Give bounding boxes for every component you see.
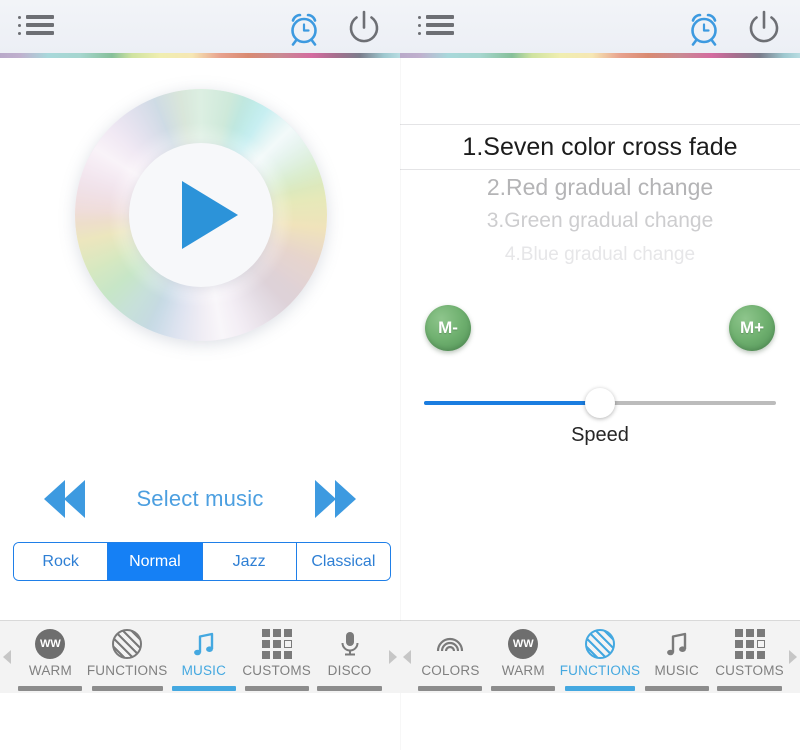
ww-circle-icon: WW [508, 628, 539, 660]
tab-label: COLORS [421, 663, 480, 678]
tab-underline [171, 686, 236, 691]
chevron-left-icon[interactable] [400, 650, 414, 664]
fast-forward-icon[interactable] [314, 480, 356, 518]
tab-customs[interactable]: CUSTOMS [713, 621, 786, 693]
mode-list-item[interactable]: 3.Green gradual change [400, 204, 800, 238]
tab-label: CUSTOMS [715, 663, 784, 678]
play-icon [182, 181, 238, 249]
genre-option-jazz[interactable]: Jazz [202, 543, 297, 580]
tab-underline [18, 686, 83, 691]
hatched-circle-icon [584, 628, 615, 660]
ww-circle-icon: WW [35, 628, 66, 660]
tab-label: WARM [28, 663, 72, 678]
tab-label: FUNCTIONS [559, 663, 641, 678]
rewind-icon[interactable] [44, 480, 85, 518]
tab-colors[interactable]: COLORS [414, 621, 487, 693]
power-icon[interactable] [344, 8, 384, 48]
tab-underline [644, 686, 709, 691]
slider-fill [424, 401, 600, 405]
genre-segmented-control: Rock Normal Jazz Classical [13, 542, 391, 581]
tab-underline [91, 686, 163, 691]
tab-underline [244, 686, 309, 691]
tab-underline [717, 686, 782, 691]
content-area: Select music Rock Normal Jazz Classical … [0, 58, 800, 620]
tab-label: CUSTOMS [242, 663, 312, 678]
tabbar-left: WW WARM FUNCTIONS MUSIC CUSTOMS DISCO [0, 621, 400, 693]
music-note-icon [662, 628, 692, 660]
header-bar [0, 0, 800, 53]
tab-functions[interactable]: FUNCTIONS [560, 621, 641, 693]
grid-squares-icon [734, 628, 765, 660]
tab-label: WARM [501, 663, 545, 678]
list-menu-icon[interactable] [417, 14, 455, 40]
music-transport-row: Select music [0, 468, 400, 530]
rainbow-arcs-icon [435, 628, 465, 660]
tab-warm[interactable]: WW WARM [487, 621, 560, 693]
functions-pane: 1.Seven color cross fade 2.Red gradual c… [400, 58, 800, 620]
tabbar-right: COLORS WW WARM FUNCTIONS MUSIC CUSTOMS [400, 621, 800, 693]
tab-underline [564, 686, 636, 691]
chevron-right-icon[interactable] [386, 650, 400, 664]
mode-list-item-selected[interactable]: 1.Seven color cross fade [400, 124, 800, 170]
tab-label: DISCO [327, 663, 372, 678]
chevron-right-icon[interactable] [786, 650, 800, 664]
power-icon[interactable] [744, 8, 784, 48]
speed-slider[interactable]: Speed [424, 388, 776, 446]
chevron-left-icon[interactable] [0, 650, 14, 664]
music-disc[interactable] [55, 71, 345, 361]
genre-option-classical[interactable]: Classical [296, 543, 390, 580]
tab-label: FUNCTIONS [86, 663, 168, 678]
tab-functions[interactable]: FUNCTIONS [87, 621, 168, 693]
mode-list-item[interactable]: 5.Yellow gradual change [400, 272, 800, 274]
slider-thumb[interactable] [585, 388, 615, 418]
music-note-icon [189, 628, 219, 660]
tab-music[interactable]: MUSIC [640, 621, 713, 693]
header-left [0, 0, 400, 53]
app-screen: Select music Rock Normal Jazz Classical … [0, 0, 800, 693]
tab-label: MUSIC [654, 663, 699, 678]
alarm-clock-icon[interactable] [284, 8, 324, 48]
tab-customs[interactable]: CUSTOMS [240, 621, 313, 693]
tab-underline [317, 686, 382, 691]
play-button[interactable] [129, 143, 273, 287]
tab-disco[interactable]: DISCO [313, 621, 386, 693]
genre-option-normal[interactable]: Normal [108, 543, 203, 580]
mode-list[interactable]: 1.Seven color cross fade 2.Red gradual c… [400, 124, 800, 274]
grid-squares-icon [261, 628, 292, 660]
tab-label: MUSIC [181, 663, 227, 678]
tab-music[interactable]: MUSIC [167, 621, 240, 693]
music-pane: Select music Rock Normal Jazz Classical [0, 58, 400, 620]
tabbar-row: WW WARM FUNCTIONS MUSIC CUSTOMS DISCO CO… [0, 620, 800, 693]
mode-step-row: M- M+ [400, 305, 800, 351]
microphone-icon [335, 628, 365, 660]
mode-plus-button[interactable]: M+ [729, 305, 775, 351]
tab-underline [418, 686, 483, 691]
alarm-clock-icon[interactable] [684, 8, 724, 48]
header-right [400, 0, 800, 53]
mode-minus-button[interactable]: M- [425, 305, 471, 351]
tab-underline [491, 686, 556, 691]
genre-option-rock[interactable]: Rock [14, 543, 109, 580]
list-menu-icon[interactable] [17, 14, 55, 40]
speed-label: Speed [571, 424, 629, 446]
tab-warm[interactable]: WW WARM [14, 621, 87, 693]
select-music-label: Select music [136, 486, 264, 511]
mode-list-item[interactable]: 2.Red gradual change [400, 170, 800, 204]
hatched-circle-icon [112, 628, 143, 660]
mode-list-item[interactable]: 4.Blue gradual change [400, 238, 800, 272]
